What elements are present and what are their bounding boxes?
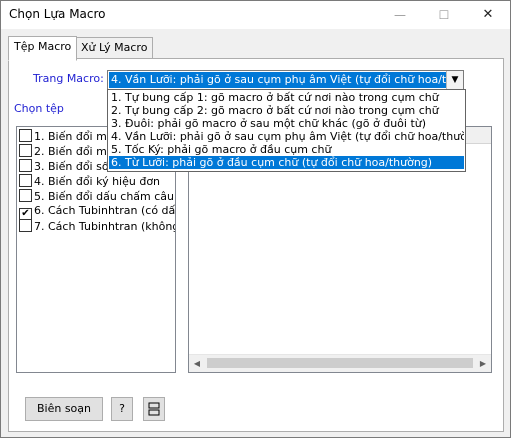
- list-item[interactable]: 2. Biến đổi mẫu: [19, 144, 121, 159]
- edit-button[interactable]: Biên soạn: [25, 397, 103, 421]
- maximize-button[interactable]: ☐: [422, 1, 466, 29]
- checkbox[interactable]: [19, 189, 32, 202]
- dropdown-option[interactable]: 5. Tốc Ký: phải gõ macro ở đầu cụm chữ: [109, 143, 464, 156]
- layout-button[interactable]: [143, 397, 165, 421]
- dropdown-option[interactable]: 4. Vần Lưỡi: phải gõ ở sau cụm phụ âm Vi…: [109, 130, 464, 143]
- minimize-button[interactable]: —: [378, 1, 422, 29]
- dropdown-option[interactable]: 3. Đuôi: phải gõ macro ở sau một chữ khá…: [109, 117, 464, 130]
- choose-file-label: Chọn tệp: [14, 102, 64, 115]
- macro-page-select[interactable]: 4. Vần Lưỡi: phải gõ ở sau cụm phụ âm Vi…: [107, 70, 464, 90]
- tab-macro-files[interactable]: Tệp Macro: [8, 36, 78, 61]
- list-item[interactable]: 5. Biến đổi dấu chấm câu: [19, 189, 174, 204]
- list-item[interactable]: 4. Biến đổi ký hiệu đơn: [19, 174, 160, 189]
- checkbox[interactable]: [19, 144, 32, 157]
- macro-dialog: Chọn Lựa Macro — ☐ ✕ Tệp Macro Xử Lý Mac…: [0, 0, 511, 438]
- title-bar: Chọn Lựa Macro — ☐ ✕: [1, 1, 510, 29]
- dropdown-option-highlighted[interactable]: 6. Từ Lưỡi: phải gõ ở đầu cụm chữ (tự đổ…: [109, 156, 464, 169]
- checkbox[interactable]: [19, 174, 32, 187]
- checkbox[interactable]: [19, 219, 32, 232]
- list-item[interactable]: ✔ 6. Cách Tubinhtran (có dấu): [19, 204, 175, 221]
- scrollbar-thumb[interactable]: [207, 358, 473, 368]
- macro-page-selected-value: 4. Vần Lưỡi: phải gõ ở sau cụm phụ âm Vi…: [109, 72, 446, 88]
- close-button[interactable]: ✕: [466, 1, 510, 29]
- macro-page-dropdown: 1. Tự bung cấp 1: gõ macro ở bất cứ nơi …: [107, 89, 466, 172]
- list-item[interactable]: 7. Cách Tubinhtran (không dấ: [19, 219, 175, 234]
- chevron-down-icon[interactable]: ▼: [446, 71, 463, 89]
- list-item[interactable]: 1. Biến đổi mẫu: [19, 129, 121, 144]
- split-layout-icon: [148, 402, 160, 416]
- window-title: Chọn Lựa Macro: [9, 7, 106, 21]
- dropdown-option[interactable]: 2. Tự bung cấp 2: gõ macro ở bất cứ nơi …: [109, 104, 464, 117]
- checkbox[interactable]: [19, 159, 32, 172]
- macro-page-label: Trang Macro:: [33, 72, 104, 85]
- scroll-right-icon[interactable]: ▶: [475, 355, 491, 372]
- help-button[interactable]: ?: [111, 397, 133, 421]
- horizontal-scrollbar[interactable]: ◀ ▶: [189, 354, 491, 372]
- scroll-left-icon[interactable]: ◀: [189, 355, 205, 372]
- checkbox[interactable]: [19, 129, 32, 142]
- dropdown-option[interactable]: 1. Tự bung cấp 1: gõ macro ở bất cứ nơi …: [109, 91, 464, 104]
- tab-macro-processing[interactable]: Xử Lý Macro: [75, 37, 154, 60]
